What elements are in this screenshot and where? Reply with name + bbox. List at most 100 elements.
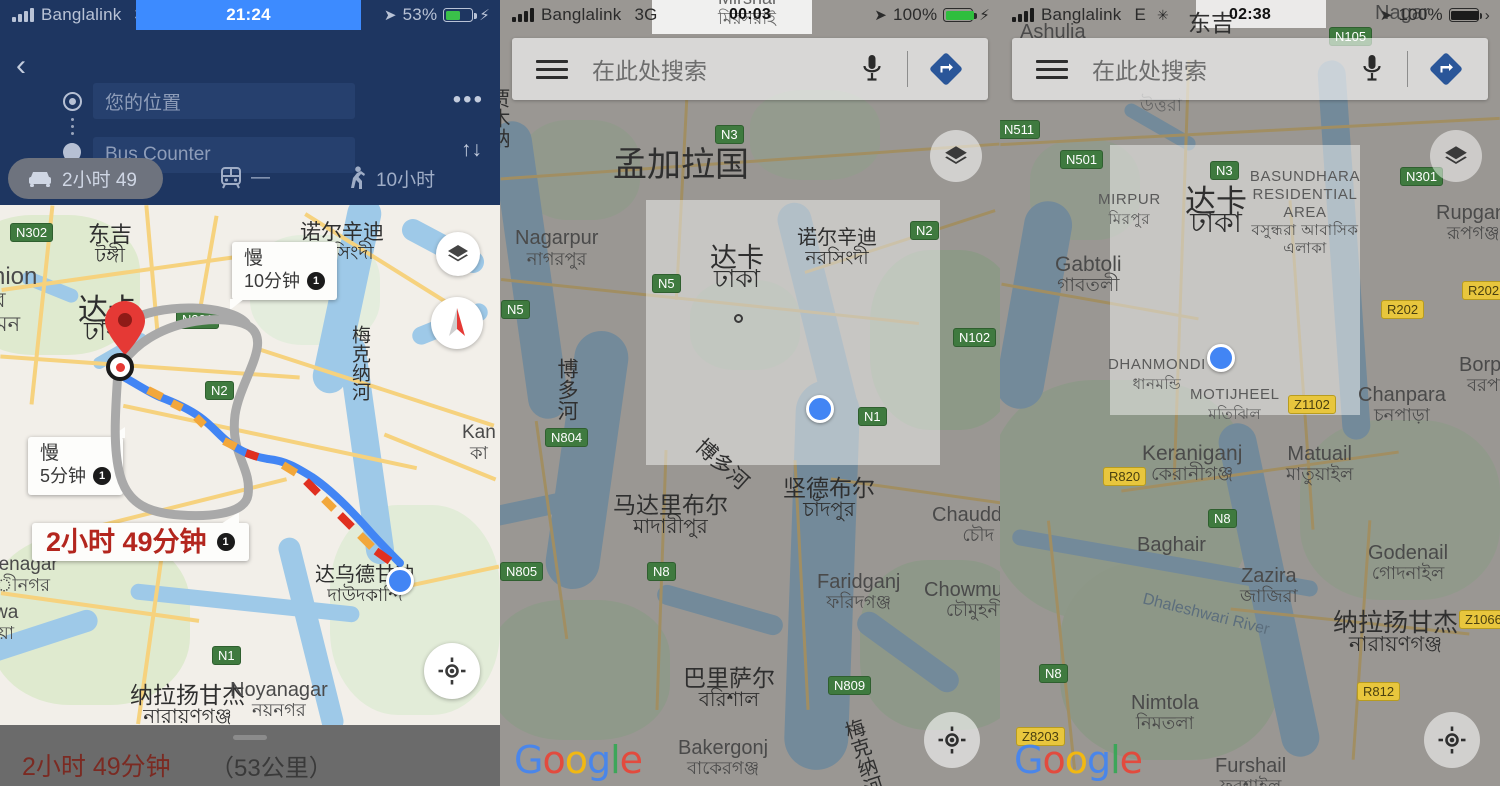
map-shield-n8-b: N8 (1039, 664, 1068, 683)
origin-placeholder: 您的位置 (105, 92, 182, 114)
map-layers-button[interactable] (930, 130, 982, 182)
back-button[interactable]: ‹ (16, 51, 42, 82)
layers-icon (1445, 146, 1467, 165)
search-bar[interactable]: 在此处搜索 (1012, 38, 1488, 100)
map-label-text: 巴里萨尔 (683, 665, 775, 691)
map-label-nimtola: Nimtola নিমতলা (1131, 693, 1199, 733)
map-label-sub: মতিঝিল (1208, 406, 1262, 423)
travel-mode-transit[interactable]: — (220, 167, 270, 189)
map-label-text: Gabtoli (1055, 253, 1122, 276)
map-label-text: Chauddag (932, 504, 1000, 526)
map-label-sub: নারায়ণগঞ্জ (1348, 633, 1443, 656)
sheet-grabber[interactable] (233, 735, 267, 740)
map-label-barisal: 巴里萨尔 বরিশাল (683, 665, 775, 711)
map-shield-n1: N1 (858, 407, 887, 426)
search-input[interactable]: 在此处搜索 (1092, 52, 1355, 86)
selected-route (116, 371, 404, 567)
screenshot-stage: N302 东吉 টঙ্গী nion র মন 达卡 ঢাকা N301 N2 … (0, 0, 1500, 786)
current-location-dot (386, 567, 414, 595)
route-dots-icon (71, 118, 74, 135)
directions-button[interactable] (926, 52, 966, 86)
my-location-icon (438, 657, 466, 685)
map-label-zazira: Zazira জাজিরা (1240, 566, 1298, 606)
map-label-text: Nimtola (1131, 692, 1199, 714)
map-label-sub: চৌমুহনী (945, 600, 1000, 620)
map-shield-n804: N804 (545, 428, 589, 447)
origin-input[interactable]: 您的位置 (93, 83, 355, 119)
map-label-narsingdi: 诺尔辛迪 নরসিংদী (797, 228, 877, 269)
map-canvas[interactable]: Ashulia 东吉 Nagar N105 N511 N501 উত্তরা N… (1000, 0, 1500, 786)
hamburger-icon[interactable] (1036, 55, 1068, 84)
origin-marker[interactable] (106, 353, 134, 381)
map-label-mirpur: MIRPUR মিরপুর (1098, 190, 1161, 230)
travel-mode-driving[interactable]: 2小时 49 (8, 157, 163, 199)
map-label-sub: জাজিরা (1240, 586, 1298, 606)
my-location-button[interactable] (1424, 712, 1480, 768)
transit-icon (220, 167, 241, 189)
compass-icon (449, 308, 465, 336)
map-label-sub: চনপাড়া (1373, 405, 1430, 425)
map-label-sub: মাতুয়াইল (1286, 464, 1354, 484)
origin-dot-icon (63, 92, 82, 111)
map-label-sub: বসুন্ধরা আবাসিক এলাকা (1251, 222, 1359, 257)
map-label-sub: বরিশাল (698, 689, 760, 711)
map-label-jamuna-river: 贾木纳 (500, 88, 509, 148)
map-label-sub: ঢাকা (1190, 207, 1242, 238)
map-canvas[interactable]: 孟加拉国 N3 Nagarpur নাগরপুর N5 N5 达卡 ঢাকা 诺… (500, 0, 1000, 786)
map-label-sub: মিরপুর (1108, 211, 1151, 228)
directions-header: ‹ 您的位置 Bus Counter ••• ↑↓ 2小时 49 — 10小时 (0, 0, 500, 205)
more-options-button[interactable]: ••• (453, 88, 484, 112)
map-label-furshail: Furshail ফরশাইল (1215, 756, 1286, 786)
map-label-sub: রূপগঞ্জ (1447, 223, 1500, 243)
city-marker-icon (734, 314, 743, 323)
panel-map-zoomed-in: Ashulia 东吉 Nagar N105 N511 N501 উত্তরা N… (1000, 0, 1500, 786)
map-label-text: 坚德布尔 (783, 475, 875, 501)
map-label-basundhara: BASUNDHARA RESIDENTIAL AREA বসুন্ধরা আবা… (1245, 168, 1365, 258)
map-label-nagar: Nagar (1375, 2, 1430, 24)
voice-search-button[interactable] (855, 54, 889, 84)
map-compass-button[interactable] (431, 297, 483, 349)
map-shield-n809: N809 (828, 676, 872, 695)
map-label-text: DHANMONDI (1108, 356, 1206, 373)
hamburger-icon[interactable] (536, 55, 568, 84)
map-label-chandpur: 坚德布尔 চাঁদপুর (783, 475, 875, 521)
directions-button[interactable] (1426, 52, 1466, 86)
map-label-sub: মাদারীপুর (633, 516, 708, 538)
map-shield-n3: N3 (715, 125, 744, 144)
travel-mode-walking[interactable]: 10小时 (348, 165, 435, 192)
map-label-motijheel: MOTIJHEEL মতিঝিল (1190, 385, 1280, 425)
map-layers-button[interactable] (436, 232, 480, 276)
map-label-text: BASUNDHARA RESIDENTIAL AREA (1249, 168, 1361, 221)
map-label-sub: গোদনাইল (1371, 563, 1445, 583)
route-summary-sheet[interactable]: 2小时 49分钟 （53公里） (0, 725, 500, 786)
map-shield-r202-b: R202 (1381, 300, 1425, 319)
current-location-dot (1207, 344, 1235, 372)
map-label-dhaka: 达卡 ঢাকা (710, 245, 764, 292)
map-label-text: Bakergonj (678, 737, 769, 759)
destination-pin[interactable] (104, 300, 146, 361)
voice-search-button[interactable] (1355, 54, 1389, 84)
map-layers-button[interactable] (1430, 130, 1482, 182)
google-logo: Google (1014, 738, 1143, 782)
map-label-sub: চাঁদপুর (803, 499, 855, 521)
map-label-text: Keraniganj (1142, 442, 1243, 465)
search-bar[interactable]: 在此处搜索 (512, 38, 988, 100)
map-label-sub: মিরসরাই (718, 9, 777, 28)
search-bar-divider (1407, 51, 1408, 87)
map-label-text: Matuail (1287, 443, 1352, 465)
panel-map-zoomed-out: 孟加拉国 N3 Nagarpur নাগরপুর N5 N5 达卡 ঢাকা 诺… (500, 0, 1000, 786)
map-shield-n102: N102 (953, 328, 997, 347)
directions-map[interactable]: N302 东吉 টঙ্গী nion র মন 达卡 ঢাকা N301 N2 … (0, 205, 500, 725)
map-shield-r820: R820 (1103, 467, 1147, 486)
travel-mode-walking-label: 10小时 (375, 169, 436, 191)
map-label-sub: ফরিদগঞ্জ (826, 592, 892, 612)
my-location-button[interactable] (424, 643, 480, 699)
microphone-icon (1363, 55, 1381, 81)
search-input[interactable]: 在此处搜索 (592, 52, 855, 86)
layers-icon (945, 146, 967, 165)
my-location-button[interactable] (924, 712, 980, 768)
map-label-baghair: Baghair (1137, 534, 1206, 556)
travel-mode-tabs: 2小时 49 — 10小时 (0, 156, 500, 200)
map-label-mirshai: Mirshai মিরসরাই (718, 0, 776, 29)
map-label-sub: নিমতলা (1135, 713, 1194, 733)
